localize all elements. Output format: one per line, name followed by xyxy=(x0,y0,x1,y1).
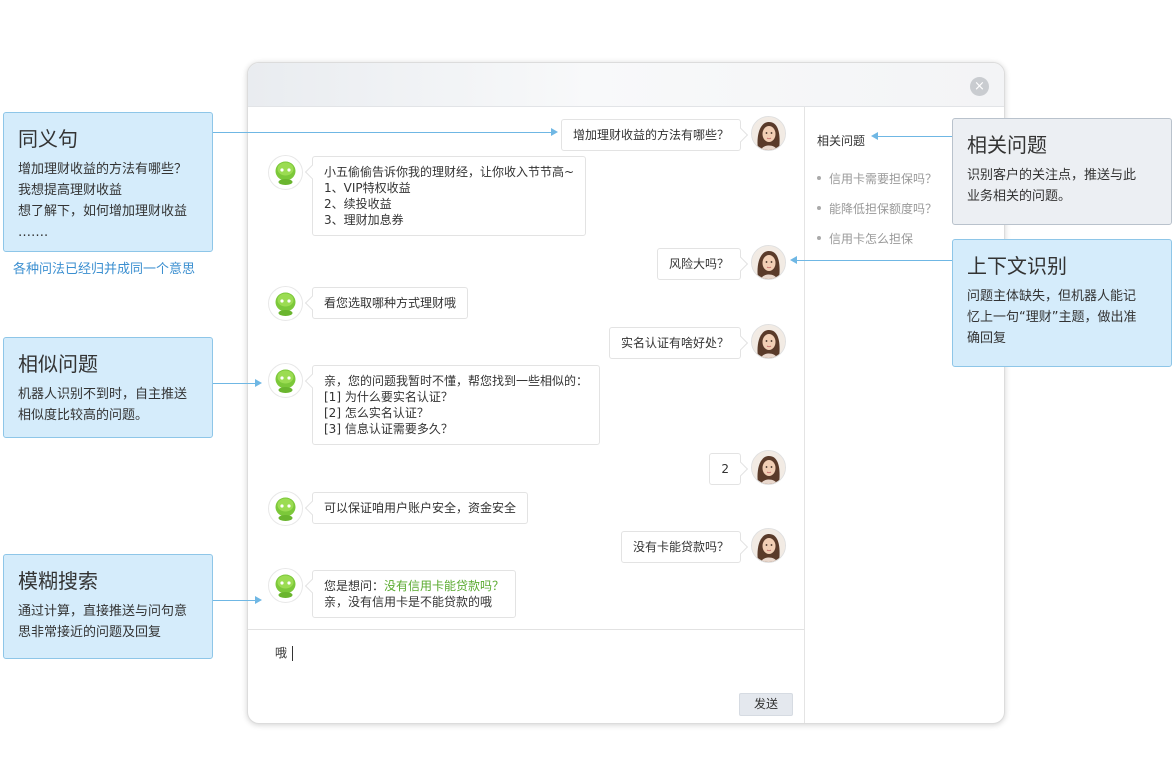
user-avatar xyxy=(751,450,786,485)
message-line: 亲，您的问题我暂时不懂，帮您找到一些相似的： xyxy=(324,374,589,388)
bot-message: 可以保证咱用户账户安全，资金安全 xyxy=(312,492,529,524)
robot-icon xyxy=(268,491,303,526)
user-avatar xyxy=(751,528,786,563)
callout-title: 相关问题 xyxy=(967,133,1047,157)
callout-similar: 相似问题 机器人识别不到时，自主推送 相似度比较高的问题。 xyxy=(3,337,213,438)
callout-line: 相似度比较高的问题。 xyxy=(18,408,149,423)
arrow-left-icon xyxy=(871,132,878,140)
user-message: 没有卡能贷款吗？ xyxy=(620,531,741,563)
connector-line xyxy=(213,383,255,384)
arrow-right-icon xyxy=(551,128,558,136)
user-message: 实名认证有啥好处？ xyxy=(608,327,741,359)
bot-message: 您是想问：没有信用卡能贷款吗？ 亲，没有信用卡是不能贷款的哦 xyxy=(312,570,517,618)
message-line: 小五偷偷告诉你我的理财经，让你收入节节高~ xyxy=(324,165,575,179)
connector-line xyxy=(878,136,952,137)
callout-title: 同义句 xyxy=(18,127,78,151)
message-text: 风险大吗？ xyxy=(668,257,729,271)
input-value: 哦 xyxy=(275,646,288,660)
close-icon[interactable]: × xyxy=(970,77,989,96)
callout-line: 想了解下，如何增加理财收益 xyxy=(18,204,188,219)
user-avatar xyxy=(751,245,786,280)
message-text: 2 xyxy=(721,462,729,476)
user-message: 2 xyxy=(709,453,741,485)
robot-icon xyxy=(268,155,303,190)
bot-message: 亲，您的问题我暂时不懂，帮您找到一些相似的： [1] 为什么要实名认证？ [2]… xyxy=(312,365,601,445)
chat-messages: 增加理财收益的方法有哪些？ 小五偷偷告诉你我的理财经，让你收入节节高~ 1、VI… xyxy=(248,107,804,629)
robot-icon xyxy=(268,568,303,603)
related-questions-title: 相关问题 xyxy=(817,134,866,148)
callout-line: 确回复 xyxy=(967,331,1007,346)
arrow-right-icon xyxy=(255,596,262,604)
message-input-area[interactable]: 哦 发送 xyxy=(248,629,804,723)
robot-icon xyxy=(268,363,303,398)
callout-synonym: 同义句 增加理财收益的方法有哪些？ 我想提高理财收益 想了解下，如何增加理财收益… xyxy=(3,112,213,252)
callout-line: 我想提高理财收益 xyxy=(18,183,123,198)
user-avatar xyxy=(751,324,786,359)
synonym-note: 各种问法已经归并成同一个意思 xyxy=(13,262,196,277)
callout-line: 增加理财收益的方法有哪些？ xyxy=(18,162,188,177)
message-text: 没有卡能贷款吗？ xyxy=(632,540,729,554)
connector-line xyxy=(213,600,255,601)
callout-title: 上下文识别 xyxy=(967,254,1067,278)
bot-message: 看您选取哪种方式理财哦 xyxy=(312,287,469,319)
message-prefix: 您是想问： xyxy=(324,579,385,593)
callout-line: 问题主体缺失，但机器人能记 xyxy=(967,289,1137,304)
arrow-left-icon xyxy=(790,256,797,264)
user-message: 风险大吗？ xyxy=(656,248,741,280)
bot-message: 小五偷偷告诉你我的理财经，让你收入节节高~ 1、VIP特权收益 2、续投收益 3… xyxy=(312,156,587,236)
callout-title: 相似问题 xyxy=(18,352,98,376)
callout-context: 上下文识别 问题主体缺失，但机器人能记 忆上一句“理财”主题，做出准 确回复 xyxy=(952,239,1172,367)
related-question-item[interactable]: 信用卡怎么担保 xyxy=(816,230,913,247)
connector-line xyxy=(797,260,952,261)
callout-fuzzy: 模糊搜索 通过计算，直接推送与问句意 思非常接近的问题及回复 xyxy=(3,554,213,659)
text-caret xyxy=(292,646,294,661)
callout-line: 业务相关的问题。 xyxy=(967,189,1072,204)
similar-question-link[interactable]: [2] 怎么实名认证？ xyxy=(324,405,588,421)
callout-line: 识别客户的关注点，推送与此 xyxy=(967,168,1137,183)
callout-line: 思非常接近的问题及回复 xyxy=(18,625,162,640)
callout-line: 机器人识别不到时，自主推送 xyxy=(18,387,188,402)
robot-icon xyxy=(268,286,303,321)
related-question-item[interactable]: 信用卡需要担保吗？ xyxy=(816,170,937,187)
message-text: 看您选取哪种方式理财哦 xyxy=(324,296,457,310)
message-input[interactable]: 哦 xyxy=(275,644,294,661)
callout-line: 通过计算，直接推送与问句意 xyxy=(18,604,188,619)
user-message: 增加理财收益的方法有哪些？ xyxy=(560,119,741,151)
message-line: 3、理财加息券 xyxy=(324,213,404,227)
message-line: 2、续投收益 xyxy=(324,197,392,211)
message-text: 增加理财收益的方法有哪些？ xyxy=(572,128,729,142)
similar-question-link[interactable]: [1] 为什么要实名认证？ xyxy=(324,389,588,405)
callout-related: 相关问题 识别客户的关注点，推送与此 业务相关的问题。 xyxy=(952,118,1172,225)
message-line: 您是想问：没有信用卡能贷款吗？ xyxy=(324,578,504,594)
callout-line: ……. xyxy=(18,225,49,240)
message-text: 实名认证有啥好处？ xyxy=(620,336,729,350)
chat-window: × 增加理财收益的方法有哪些？ 小五偷偷告诉你我的理财经，让你收入节节高~ 1、… xyxy=(247,62,1005,724)
connector-line xyxy=(213,132,551,133)
callout-line: 忆上一句“理财”主题，做出准 xyxy=(967,310,1137,325)
arrow-right-icon xyxy=(255,379,262,387)
message-line: 1、VIP特权收益 xyxy=(324,181,411,195)
suggested-question-link[interactable]: 没有信用卡能贷款吗？ xyxy=(384,579,504,593)
message-text: 可以保证咱用户账户安全，资金安全 xyxy=(324,501,517,515)
related-question-item[interactable]: 能降低担保额度吗？ xyxy=(816,200,937,217)
message-line: 亲，没有信用卡是不能贷款的哦 xyxy=(324,595,493,609)
similar-question-link[interactable]: [3] 信息认证需要多久？ xyxy=(324,421,588,437)
title-bar: × xyxy=(248,63,1004,107)
user-avatar xyxy=(751,116,786,151)
callout-title: 模糊搜索 xyxy=(18,569,98,593)
send-button[interactable]: 发送 xyxy=(739,693,793,716)
